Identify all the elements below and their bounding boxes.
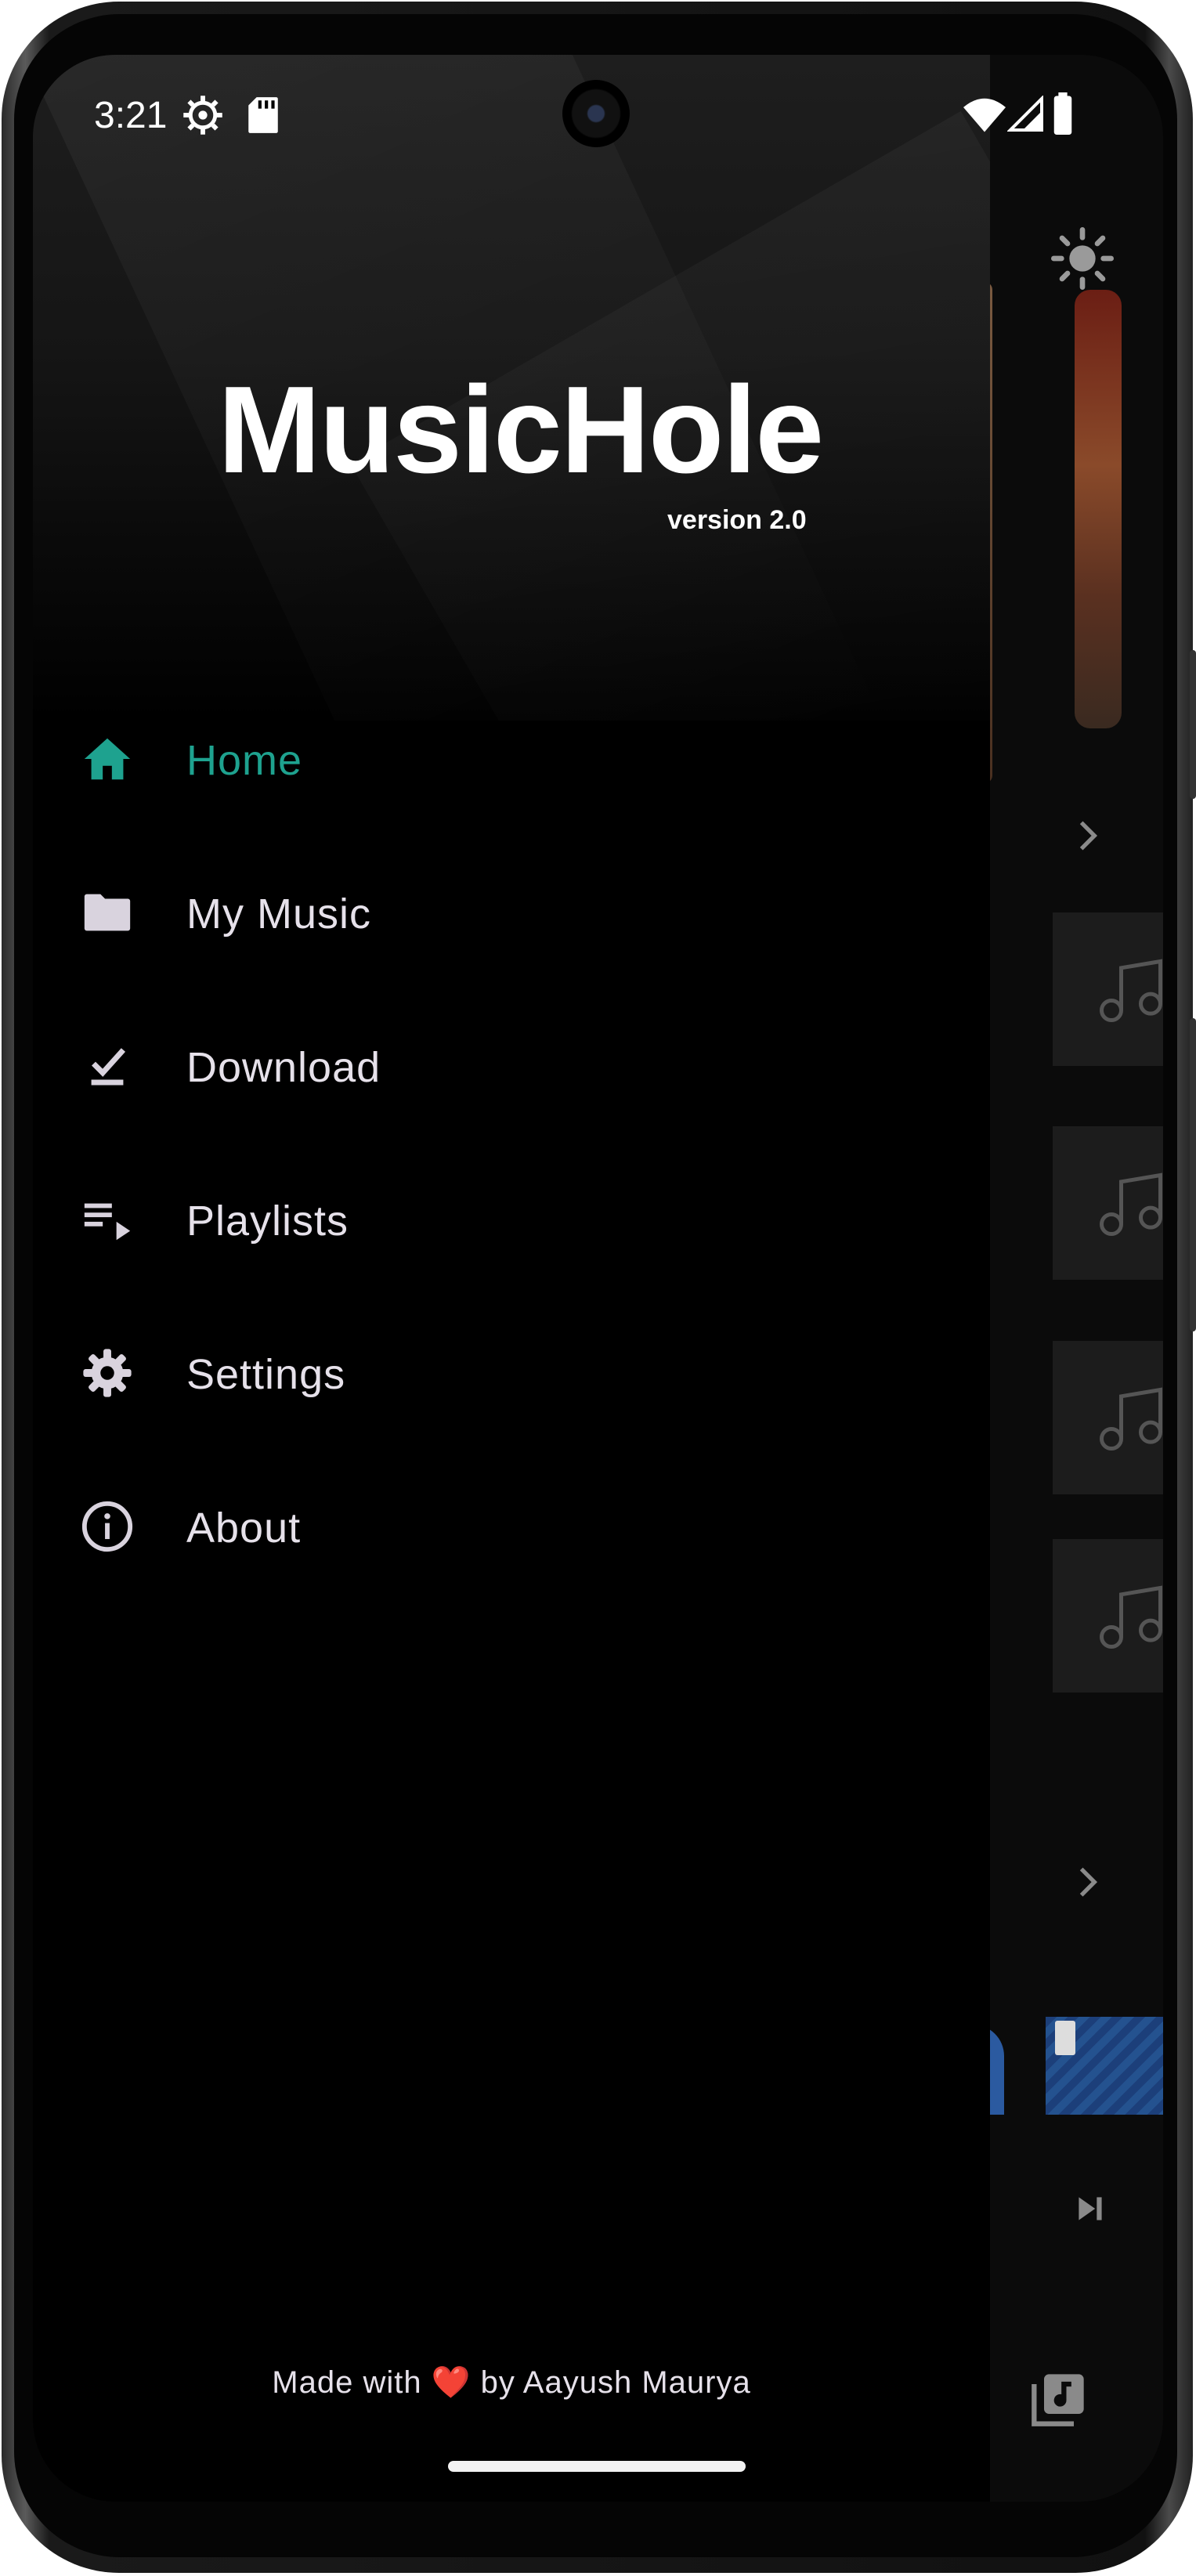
- power-button: [1190, 650, 1196, 799]
- menu-item-label: Playlists: [186, 1198, 349, 1245]
- skip-next-icon[interactable]: [1071, 2189, 1110, 2228]
- navigation-drawer: MusicHole version 2.0 Home My Music Down…: [33, 55, 990, 2502]
- volume-button: [1190, 1018, 1196, 1331]
- wifi-icon: [963, 98, 1006, 132]
- status-bar: 3:21: [33, 55, 1163, 172]
- album-art-peek[interactable]: [1075, 290, 1122, 728]
- music-note-icon: [1100, 1387, 1162, 1451]
- menu-item-settings[interactable]: Settings: [33, 1295, 990, 1449]
- menu-item-home[interactable]: Home: [33, 681, 990, 835]
- song-thumbnail[interactable]: [1053, 1126, 1163, 1280]
- battery-icon: [1053, 92, 1072, 135]
- folder-icon: [84, 894, 131, 931]
- menu-item-label: My Music: [186, 891, 371, 938]
- info-icon: [81, 1501, 133, 1552]
- playlist-play-icon: [84, 1203, 131, 1241]
- app-title: MusicHole: [218, 361, 824, 499]
- chevron-right-icon[interactable]: [1068, 816, 1107, 855]
- menu-item-label: Settings: [186, 1351, 346, 1398]
- album-tag: [1055, 2021, 1075, 2055]
- menu-item-label: Home: [186, 737, 303, 784]
- gesture-home-bar[interactable]: [448, 2461, 746, 2472]
- brightness-icon[interactable]: [1051, 227, 1114, 290]
- app-version: version 2.0: [667, 505, 807, 535]
- settings-gear-icon: [183, 96, 222, 135]
- menu-item-about[interactable]: About: [33, 1449, 990, 1602]
- download-done-icon: [91, 1048, 126, 1086]
- heart-icon: ❤️: [431, 2365, 472, 2400]
- footer-author: by Aayush Maurya: [480, 2365, 751, 2400]
- music-note-icon: [1100, 1172, 1162, 1236]
- library-music-icon[interactable]: [1029, 2369, 1089, 2429]
- menu-item-my-music[interactable]: My Music: [33, 835, 990, 988]
- sd-card-icon: [248, 97, 278, 133]
- menu-item-label: Download: [186, 1044, 381, 1091]
- front-camera: [562, 80, 630, 147]
- cellular-signal-icon: [1007, 96, 1043, 132]
- menu-item-playlists[interactable]: Playlists: [33, 1142, 990, 1295]
- chevron-right-icon[interactable]: [1068, 1862, 1107, 1902]
- song-thumbnail[interactable]: [1053, 1341, 1163, 1494]
- footer-prefix: Made with: [272, 2365, 422, 2400]
- song-thumbnail[interactable]: [1053, 912, 1163, 1066]
- music-note-icon: [1100, 959, 1162, 1022]
- music-note-icon: [1100, 1585, 1162, 1649]
- menu-item-download[interactable]: Download: [33, 988, 990, 1142]
- status-time: 3:21: [94, 95, 168, 136]
- menu-item-label: About: [186, 1505, 302, 1552]
- screen: MusicHole version 2.0 Home My Music Down…: [33, 55, 1163, 2502]
- song-thumbnail[interactable]: [1053, 1539, 1163, 1693]
- gear-icon: [83, 1349, 132, 1397]
- drawer-footer: Made with ❤️ by Aayush Maurya: [33, 2364, 990, 2401]
- home-icon: [84, 738, 131, 780]
